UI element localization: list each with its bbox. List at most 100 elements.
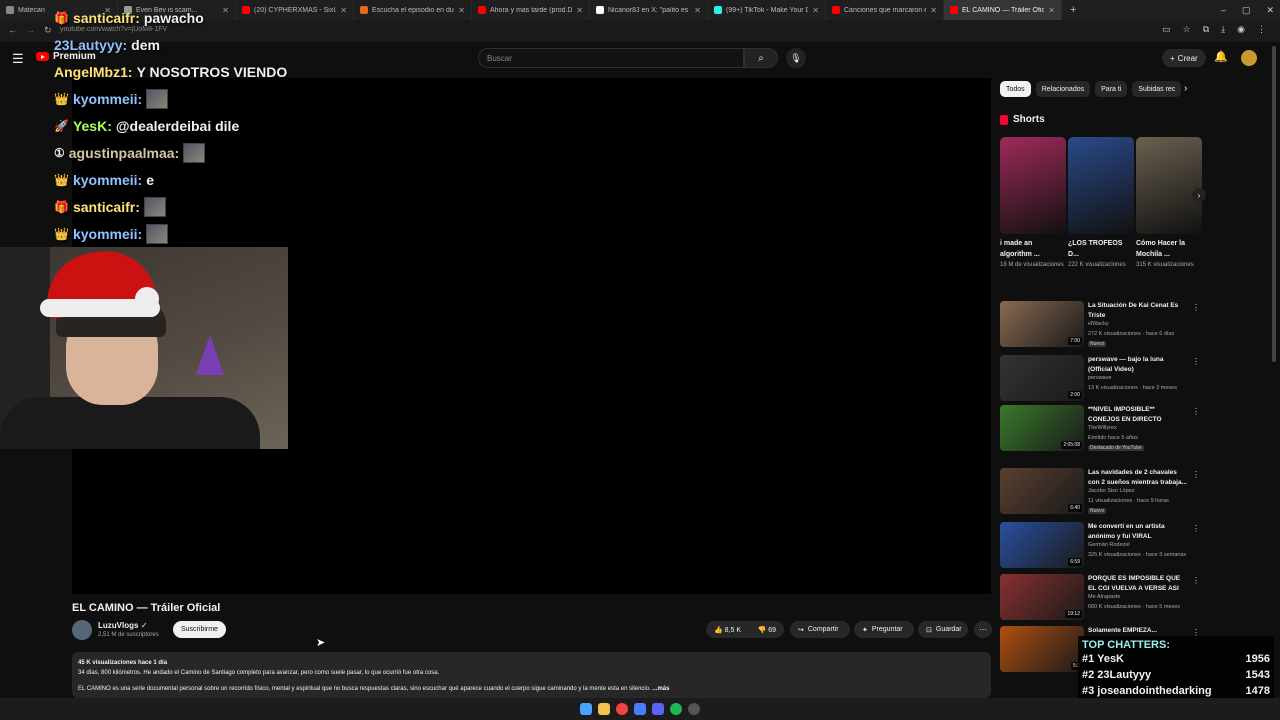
maximize-icon[interactable]: ▢ — [1242, 5, 1251, 16]
short-thumbnail[interactable] — [1136, 137, 1202, 234]
chatter-rank-name: #3 joseandointhedarking — [1082, 685, 1212, 697]
channel-avatar[interactable] — [72, 620, 92, 640]
like-button[interactable]: 👍 8,5 K — [714, 626, 741, 634]
channel-name[interactable]: Germán Rodezel — [1088, 542, 1130, 548]
back-icon[interactable]: ← — [8, 25, 17, 35]
video-title[interactable]: Solamente EMPIEZA... — [1088, 626, 1188, 636]
like-dislike-pill: 👍 8,5 K 👎 69 — [706, 621, 784, 638]
tab-close-icon[interactable]: ✕ — [694, 6, 701, 15]
recommended-video[interactable]: 2:05:08 **NIVEL IMPOSIBLE** CONEJOS EN DI… — [1000, 405, 1200, 453]
chrome-icon[interactable] — [616, 703, 628, 715]
new-tab-icon[interactable]: + — [1062, 4, 1084, 16]
save-button[interactable]: ⊡ Guardar — [918, 621, 968, 638]
chat-badge-icon: ① — [54, 145, 65, 160]
video-title[interactable]: La Situación De Kai Cenat Es Triste — [1088, 301, 1188, 321]
recommended-video[interactable]: 2:00 perswave — bajo la luna (Official Vi… — [1000, 355, 1200, 403]
start-icon[interactable] — [580, 703, 592, 715]
voice-search-button[interactable]: 🎙 — [786, 48, 806, 68]
browser-tab[interactable]: Ahora y mas tarde (prod.Darde...✕ — [472, 0, 590, 20]
microphone-icon: 🎙 — [790, 52, 802, 63]
short-title[interactable]: ¿LOS TROFEOS D... — [1068, 238, 1134, 260]
subscribe-button[interactable]: Suscribirme — [173, 621, 226, 638]
reload-icon[interactable]: ↻ — [44, 25, 52, 36]
kebab-menu-icon[interactable]: ⋮ — [1192, 576, 1200, 585]
download-icon[interactable]: ⤓ — [1221, 24, 1225, 35]
tab-close-icon[interactable]: ✕ — [1048, 6, 1055, 15]
kebab-menu-icon[interactable]: ⋮ — [1192, 407, 1200, 416]
recommended-video[interactable]: 6:40 Las navidades de 2 chavales con 2 su… — [1000, 468, 1200, 516]
chevron-right-icon[interactable]: › — [1184, 83, 1187, 94]
short-title[interactable]: i made an algorithm ... — [1000, 238, 1066, 260]
video-duration: 6:59 — [1068, 558, 1082, 566]
kebab-menu-icon[interactable]: ⋮ — [1257, 24, 1266, 35]
browser-tab[interactable]: Canciones que marcaron el 20... ✕ — [826, 0, 944, 20]
browser-tab[interactable]: Escucha el episodio en du fl... ✕ — [354, 0, 472, 20]
search-button[interactable]: ⌕ — [744, 48, 778, 68]
channel-name[interactable]: Jacobo Siso López — [1088, 488, 1134, 494]
search-input[interactable]: Buscar — [478, 48, 744, 68]
filter-chip[interactable]: Subidas rec — [1132, 81, 1182, 97]
kebab-menu-icon[interactable]: ⋮ — [1192, 524, 1200, 533]
recommended-video[interactable]: 19:12 PORQUE ES IMPOSIBLE QUE EL CGI VUEL… — [1000, 574, 1200, 622]
file-explorer-icon[interactable] — [598, 703, 610, 715]
tab-close-icon[interactable]: ✕ — [576, 6, 583, 15]
browser-tab[interactable]: EL CAMINO — Tráiler Oficial ✕ — [944, 0, 1062, 20]
extensions-icon[interactable]: ⧉ — [1203, 24, 1209, 35]
page-scrollbar[interactable] — [1272, 46, 1276, 362]
kebab-menu-icon[interactable]: ⋮ — [1192, 303, 1200, 312]
account-avatar[interactable] — [1241, 50, 1257, 66]
chat-badge-icon: 👑 — [54, 226, 69, 241]
channel-name[interactable]: LuzuVlogs ✓ — [98, 621, 147, 630]
short-thumbnail[interactable] — [1000, 137, 1066, 234]
filter-chip[interactable]: Relacionados — [1035, 81, 1091, 97]
browser-tab[interactable]: Nicanor8J en X: "palito es autis" ✕ — [590, 0, 708, 20]
dislike-button[interactable]: 👎 69 — [758, 626, 776, 634]
channel-name[interactable]: perswave — [1088, 375, 1112, 381]
obs-icon[interactable] — [688, 703, 700, 715]
notifications-bell-icon[interactable]: 🔔 — [1214, 50, 1228, 63]
video-title[interactable]: Me convertí en un artista anónimo y fui … — [1088, 522, 1188, 542]
short-title[interactable]: Cómo Hacer la Mochila ... — [1136, 238, 1202, 260]
profile-icon[interactable]: ◉ — [1237, 24, 1245, 35]
video-title[interactable]: **NIVEL IMPOSIBLE** CONEJOS EN DIRECTO — [1088, 405, 1188, 425]
share-button[interactable]: ↪ Compartir — [790, 621, 850, 638]
recommended-video[interactable]: 6:59 Me convertí en un artista anónimo y … — [1000, 522, 1200, 570]
star-icon[interactable]: ☆ — [1183, 24, 1191, 35]
filter-chip[interactable]: Para ti — [1095, 81, 1128, 97]
forward-icon[interactable]: → — [26, 25, 35, 35]
app-icon[interactable] — [634, 703, 646, 715]
short-item[interactable]: ¿LOS TROFEOS D... 222 K visualizaciones — [1068, 137, 1134, 270]
kebab-menu-icon[interactable]: ⋮ — [1192, 470, 1200, 479]
spotify-icon[interactable] — [670, 703, 682, 715]
recommended-video[interactable]: 7:00 La Situación De Kai Cenat Es Triste e… — [1000, 301, 1200, 349]
kebab-menu-icon[interactable]: ⋮ — [1192, 357, 1200, 366]
video-title[interactable]: PORQUE ES IMPOSIBLE QUE EL CGI VUELVA A … — [1088, 574, 1188, 594]
video-title[interactable]: perswave — bajo la luna (Official Video) — [1088, 355, 1188, 375]
tab-close-icon[interactable]: ✕ — [458, 6, 465, 15]
show-more-link[interactable]: ...más — [652, 686, 669, 692]
video-duration: 6:40 — [1068, 504, 1082, 512]
short-thumbnail[interactable] — [1068, 137, 1134, 234]
tab-close-icon[interactable]: ✕ — [812, 6, 819, 15]
browser-tab[interactable]: (99+) TikTok - Make Your Day ✕ — [708, 0, 826, 20]
tab-close-icon[interactable]: ✕ — [930, 6, 937, 15]
cast-icon[interactable]: ▭ — [1162, 24, 1171, 35]
channel-name[interactable]: TheWillyrex — [1088, 425, 1117, 431]
more-actions-button[interactable]: ⋯ — [974, 621, 992, 638]
minimize-icon[interactable]: – — [1221, 5, 1226, 15]
shorts-next-button[interactable]: › — [1192, 188, 1206, 202]
close-window-icon[interactable]: ✕ — [1266, 5, 1274, 16]
create-button[interactable]: + Crear — [1162, 49, 1206, 67]
view-stats: 45 K visualizaciones hace 1 día — [78, 660, 168, 666]
video-title[interactable]: Las navidades de 2 chavales con 2 sueños… — [1088, 468, 1188, 488]
channel-name[interactable]: elWacky — [1088, 321, 1109, 327]
video-description[interactable]: 45 K visualizaciones hace 1 día 34 días,… — [72, 652, 991, 698]
filter-chip[interactable]: Todos — [1000, 81, 1031, 97]
hamburger-menu-icon[interactable]: ☰ — [12, 51, 24, 67]
ask-button[interactable]: ✦ Preguntar — [854, 621, 914, 638]
discord-icon[interactable] — [652, 703, 664, 715]
short-item[interactable]: i made an algorithm ... 18 M de visualiza… — [1000, 137, 1066, 270]
short-item[interactable]: Cómo Hacer la Mochila ... 315 K visualiza… — [1136, 137, 1202, 270]
channel-name[interactable]: Me Atrapaste — [1088, 594, 1120, 600]
chat-emote — [143, 196, 166, 217]
